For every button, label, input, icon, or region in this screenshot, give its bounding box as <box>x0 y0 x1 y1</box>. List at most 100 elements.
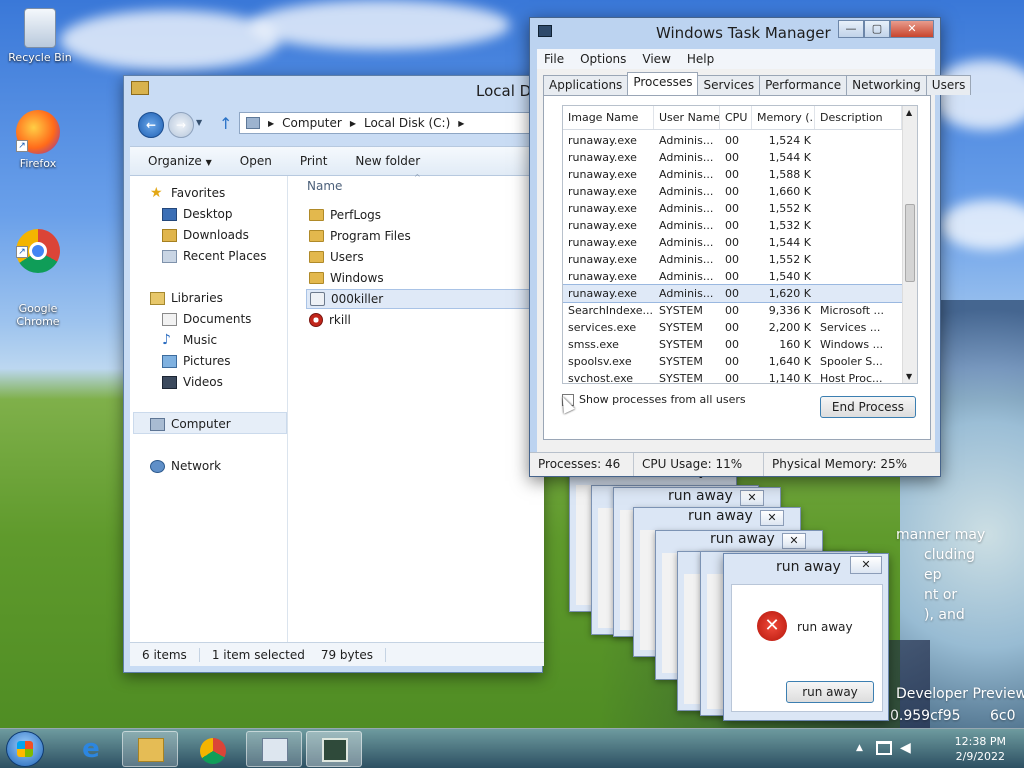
process-row[interactable]: runaway.exe Adminis... 00 1,524 K <box>563 132 917 149</box>
tab-performance[interactable]: Performance <box>759 75 848 95</box>
file-row[interactable]: Users <box>306 247 544 267</box>
nav-item-pictures[interactable]: Pictures <box>162 354 231 368</box>
minimize-button[interactable]: — <box>838 20 864 38</box>
forward-button[interactable]: → <box>168 112 194 138</box>
process-user-name: SYSTEM <box>659 304 703 317</box>
nav-item-recent-places[interactable]: Recent Places <box>162 249 266 263</box>
file-list-pane[interactable]: Name ^ PerfLogs Program Files Users Wind… <box>289 173 544 642</box>
process-row[interactable]: runaway.exe Adminis... 00 1,588 K <box>563 166 917 183</box>
dialog-close-button[interactable]: ✕ <box>782 533 806 549</box>
recycle-bin-icon <box>24 8 56 48</box>
navigation-pane[interactable]: ★ Favorites Desktop Downloads Recent Pla… <box>130 176 288 642</box>
breadcrumb-local-disk[interactable]: Local Disk (C:) <box>364 116 450 130</box>
new-folder-button[interactable]: New folder <box>355 154 420 168</box>
process-row[interactable]: smss.exe SYSTEM 00 160 K Windows ... <box>563 336 917 353</box>
process-row[interactable]: runaway.exe Adminis... 00 1,544 K <box>563 149 917 166</box>
taskbar-explorer[interactable] <box>122 731 178 767</box>
process-row[interactable]: SearchIndexe... SYSTEM 00 9,336 K Microsoft … <box>563 302 917 319</box>
network-tray-icon[interactable] <box>876 741 892 755</box>
nav-item-libraries[interactable]: Libraries <box>150 291 223 305</box>
print-button[interactable]: Print <box>300 154 328 168</box>
menu-options[interactable]: Options <box>580 52 626 66</box>
volume-tray-icon[interactable]: ◀ <box>900 740 911 756</box>
show-all-processes-option[interactable]: Show processes from all users <box>562 393 746 406</box>
dialog-ok-button[interactable]: run away <box>786 681 874 703</box>
desktop-icon-chrome[interactable]: ↗ Google Chrome <box>0 216 76 328</box>
tab-processes[interactable]: Processes <box>627 72 699 95</box>
explorer-title-bar[interactable]: Local Disk (C:) <box>124 76 584 106</box>
file-row[interactable]: PerfLogs <box>306 205 544 225</box>
column-user-name[interactable]: User Name <box>654 106 720 129</box>
nav-item-music[interactable]: ♪ Music <box>162 333 217 348</box>
taskbar-clock[interactable]: 12:38 PM 2/9/2022 <box>955 734 1006 764</box>
desktop-icon-recycle-bin[interactable]: Recycle Bin <box>2 8 78 64</box>
tab-networking[interactable]: Networking <box>846 75 927 95</box>
maximize-button[interactable]: ▢ <box>864 20 890 38</box>
close-button[interactable]: ✕ <box>890 20 934 38</box>
process-row[interactable]: svchost.exe SYSTEM 00 1,140 K Host Proc... <box>563 370 917 383</box>
task-manager-window[interactable]: Windows Task Manager — ▢ ✕ File Options … <box>529 17 972 477</box>
process-row[interactable]: runaway.exe Adminis... 00 1,552 K <box>563 251 917 268</box>
file-row[interactable]: Windows <box>306 268 544 288</box>
back-button[interactable]: ← <box>138 112 164 138</box>
tab-users[interactable]: Users <box>925 75 972 95</box>
scroll-up-arrow-icon[interactable]: ▲ <box>906 108 912 117</box>
nav-item-downloads[interactable]: Downloads <box>162 228 249 242</box>
process-row[interactable]: services.exe SYSTEM 00 2,200 K Services ... <box>563 319 917 336</box>
task-manager-icon <box>262 738 288 762</box>
address-bar[interactable]: ▶ Computer ▶ Local Disk (C:) ▶ <box>239 112 544 134</box>
nav-item-computer[interactable]: Computer <box>150 417 231 431</box>
nav-item-favorites[interactable]: ★ Favorites <box>150 186 225 201</box>
process-row[interactable]: runaway.exe Adminis... 00 1,540 K <box>563 268 917 285</box>
scroll-down-arrow-icon[interactable]: ▼ <box>906 372 912 381</box>
taskbar-run-away[interactable] <box>306 731 362 767</box>
start-button[interactable] <box>6 731 44 767</box>
column-memory[interactable]: Memory (... <box>752 106 815 129</box>
tab-services[interactable]: Services <box>697 75 761 95</box>
process-list-scrollbar[interactable]: ▲ ▼ <box>902 106 917 383</box>
history-dropdown-icon[interactable]: ▼ <box>196 118 202 127</box>
nav-label: Documents <box>183 312 252 326</box>
file-row[interactable]: Program Files <box>306 226 544 246</box>
process-row[interactable]: runaway.exe Adminis... 00 1,660 K <box>563 183 917 200</box>
desktop-icon-firefox[interactable]: ↗ Firefox <box>0 110 76 170</box>
process-row[interactable]: runaway.exe Adminis... 00 1,532 K <box>563 217 917 234</box>
documents-icon <box>162 312 177 326</box>
organize-button[interactable]: Organize ▼ <box>148 154 212 168</box>
nav-item-desktop[interactable]: Desktop <box>162 207 233 221</box>
dialog-title: run away <box>710 531 775 547</box>
taskbar-chrome[interactable] <box>184 731 240 767</box>
breadcrumb-computer[interactable]: Computer <box>282 116 342 130</box>
taskbar-task-manager[interactable] <box>246 731 302 767</box>
up-folder-button[interactable]: ↑ <box>219 114 232 133</box>
process-row[interactable]: runaway.exe Adminis... 00 1,552 K <box>563 200 917 217</box>
column-cpu[interactable]: CPU <box>720 106 752 129</box>
dialog-close-button[interactable]: ✕ <box>760 510 784 526</box>
nav-item-network[interactable]: Network <box>150 459 221 473</box>
column-image-name[interactable]: Image Name <box>563 106 654 129</box>
process-row[interactable]: runaway.exe Adminis... 00 1,544 K <box>563 234 917 251</box>
tab-applications[interactable]: Applications <box>543 75 629 95</box>
dialog-title: run away <box>776 559 841 575</box>
open-button[interactable]: Open <box>240 154 272 168</box>
process-row-selected[interactable]: runaway.exe Adminis... 00 1,620 K <box>563 284 917 303</box>
process-list[interactable]: Image Name User Name CPU Memory (... Des… <box>562 105 918 384</box>
column-header-name[interactable]: Name <box>307 179 342 193</box>
end-process-button[interactable]: End Process <box>820 396 916 418</box>
menu-view[interactable]: View <box>642 52 670 66</box>
process-row[interactable]: spoolsv.exe SYSTEM 00 1,640 K Spooler S... <box>563 353 917 370</box>
tray-overflow-icon[interactable]: ▲ <box>856 743 863 753</box>
file-row-selected[interactable]: 000killer <box>306 289 544 309</box>
scrollbar-thumb[interactable] <box>905 204 915 282</box>
dialog-close-button[interactable]: ✕ <box>850 556 882 574</box>
explorer-window[interactable]: Local Disk (C:) ← → ▼ ↑ ▶ Computer ▶ Loc… <box>123 75 584 673</box>
run-away-dialog-active[interactable]: run away ✕ ✕ run away run away <box>723 553 889 721</box>
file-row[interactable]: rkill <box>306 310 544 330</box>
nav-item-videos[interactable]: Videos <box>162 375 223 389</box>
menu-help[interactable]: Help <box>687 52 714 66</box>
dialog-close-button[interactable]: ✕ <box>740 490 764 506</box>
column-description[interactable]: Description <box>815 106 902 129</box>
taskbar-internet-explorer[interactable]: e <box>62 731 118 767</box>
menu-file[interactable]: File <box>544 52 564 66</box>
nav-item-documents[interactable]: Documents <box>162 312 251 326</box>
